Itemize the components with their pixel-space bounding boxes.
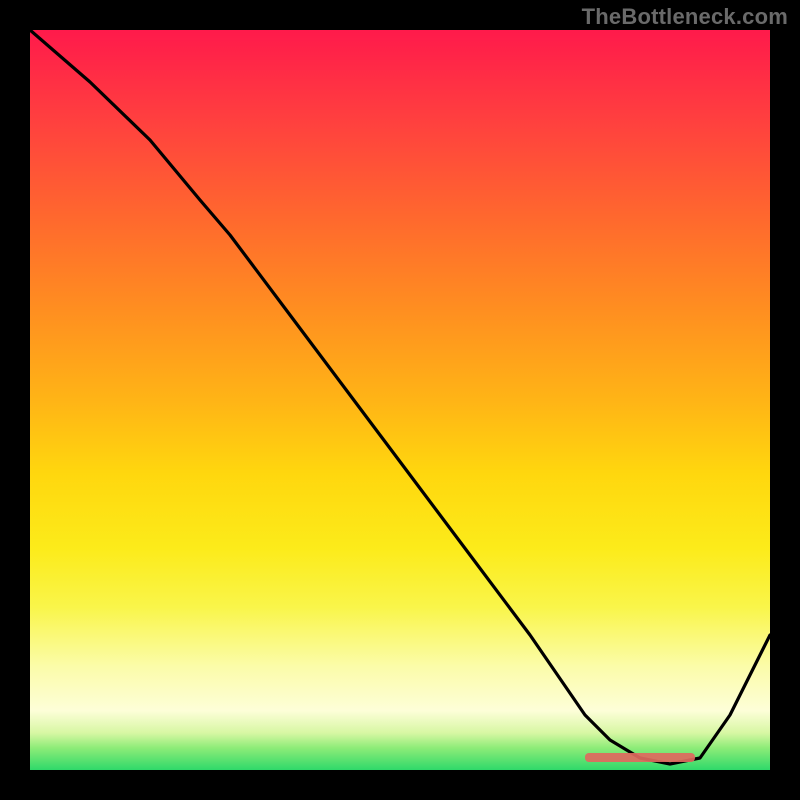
curve-path (30, 30, 770, 764)
watermark-text: TheBottleneck.com (582, 4, 788, 30)
plot-area (30, 30, 770, 770)
bottleneck-curve (30, 30, 770, 770)
optimal-range-marker (585, 753, 695, 762)
chart-stage: TheBottleneck.com (0, 0, 800, 800)
